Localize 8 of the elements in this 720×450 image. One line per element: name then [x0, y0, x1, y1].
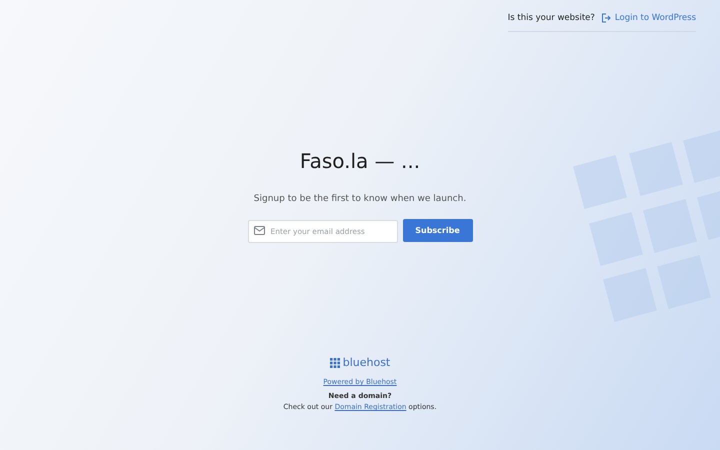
grid-logo-icon [330, 358, 340, 368]
website-question: Is this your website? [508, 13, 595, 23]
login-icon [600, 13, 611, 23]
login-link[interactable]: Login to WordPress [614, 13, 696, 23]
tagline: Signup to be the first to know when we launch. [254, 194, 466, 204]
subscribe-button[interactable]: Subscribe [402, 219, 472, 242]
page-title: Faso.la — ... [300, 148, 420, 174]
logo-wordmark: bluehost [342, 356, 390, 369]
